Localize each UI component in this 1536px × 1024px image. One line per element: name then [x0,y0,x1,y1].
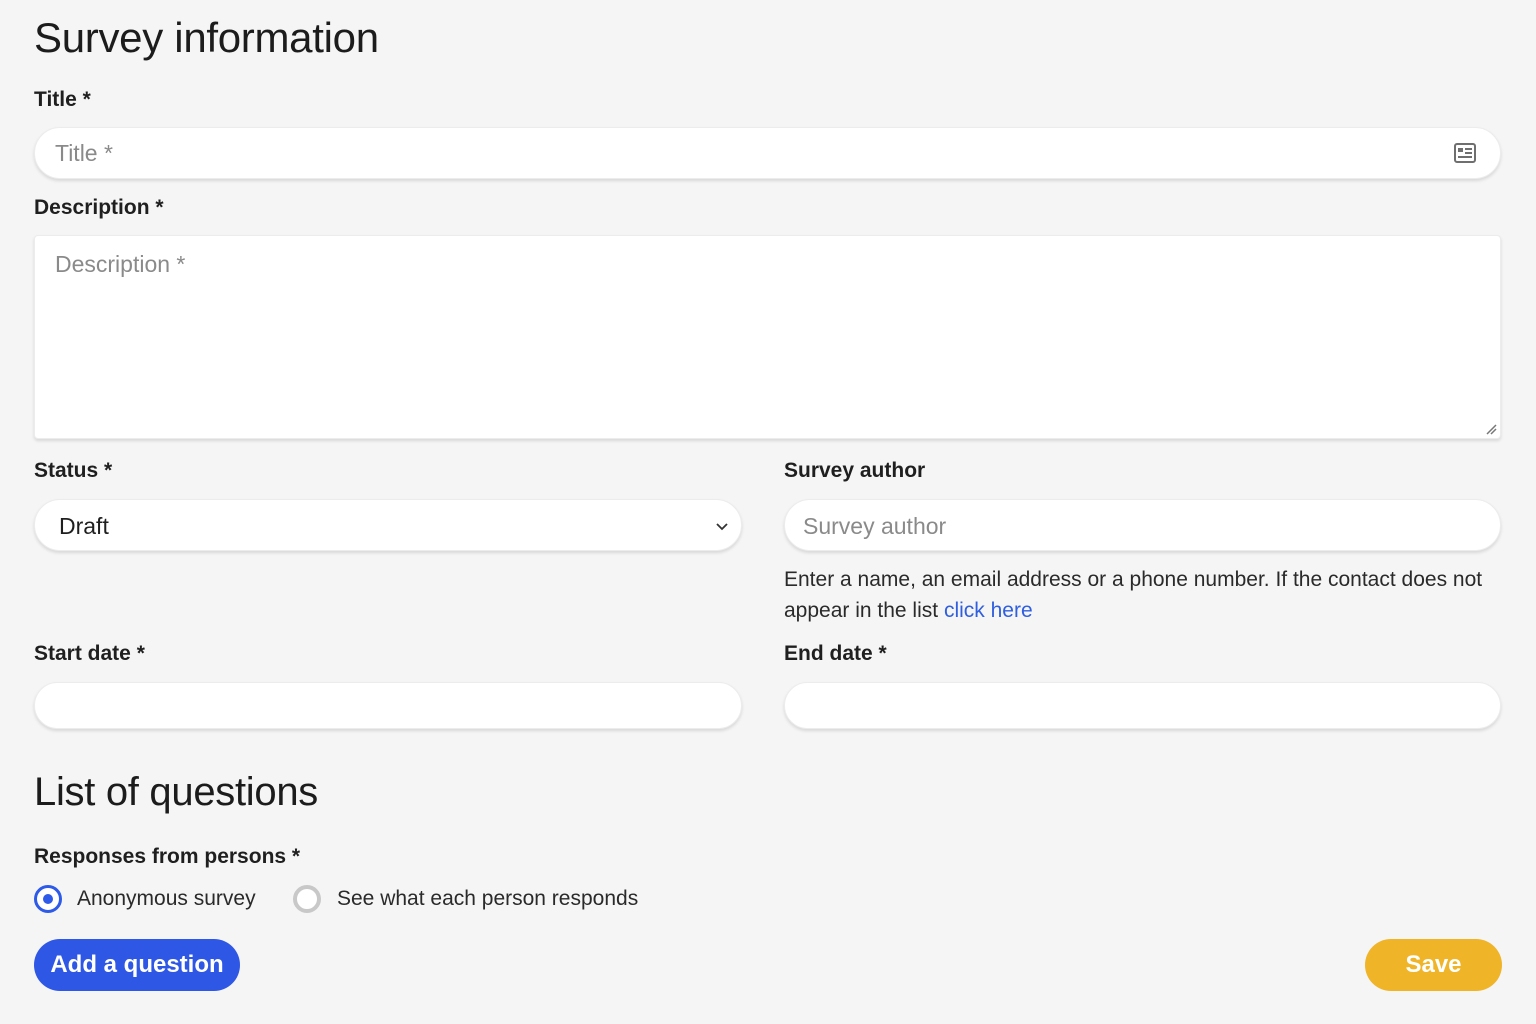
status-selected-value: Draft [59,513,109,539]
survey-author-label: Survey author [784,459,926,482]
survey-author-placeholder: Survey author [803,513,947,539]
survey-information-heading: Survey information [34,14,379,61]
resize-handle-icon[interactable] [1485,423,1497,435]
radio-label-see-responses[interactable]: See what each person responds [337,887,638,911]
title-input[interactable]: Title * [34,127,1501,179]
helper-text: Enter a name, an email address or a phon… [784,568,1483,622]
radio-see-responses[interactable] [293,885,321,913]
title-label: Title * [34,88,91,111]
description-placeholder: Description * [55,251,186,277]
start-date-input[interactable] [34,682,742,729]
status-select[interactable]: Draft [34,499,742,551]
radio-label-anonymous[interactable]: Anonymous survey [77,887,256,911]
start-date-label: Start date * [34,642,145,665]
list-of-questions-heading: List of questions [34,770,318,814]
description-textarea[interactable]: Description * [34,235,1501,439]
end-date-label: End date * [784,642,887,665]
title-placeholder: Title * [55,140,113,166]
click-here-link[interactable]: click here [944,599,1033,622]
status-label: Status * [34,459,113,482]
radio-anonymous-survey[interactable] [34,885,62,913]
contact-card-icon[interactable] [1454,143,1476,163]
responses-label: Responses from persons * [34,845,301,868]
end-date-input[interactable] [784,682,1501,729]
chevron-down-icon [716,523,728,531]
save-button[interactable]: Save [1365,939,1502,991]
add-question-button[interactable]: Add a question [34,939,240,991]
survey-author-helper: Enter a name, an email address or a phon… [784,564,1484,626]
description-label: Description * [34,196,164,219]
survey-author-input[interactable]: Survey author [784,499,1501,551]
